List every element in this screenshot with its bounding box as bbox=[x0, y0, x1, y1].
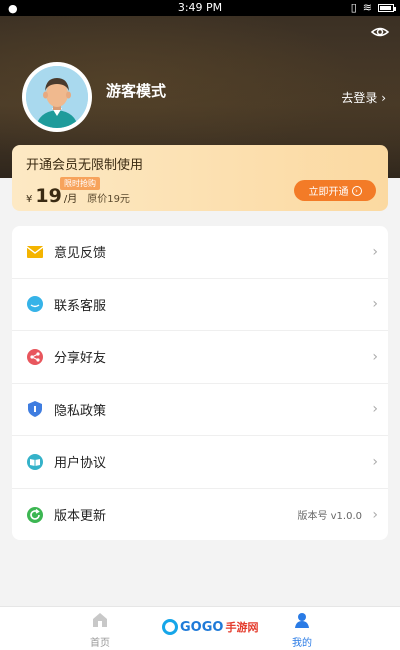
shield-icon bbox=[28, 401, 42, 418]
subscribe-button-label: 立即开通 bbox=[308, 187, 349, 198]
avatar-image bbox=[26, 66, 88, 128]
status-icons: ▯ ≋ bbox=[350, 1, 396, 14]
tab-mine[interactable]: 我的 bbox=[272, 611, 332, 649]
chevron-right-icon: › bbox=[372, 296, 378, 313]
book-icon bbox=[27, 453, 43, 470]
menu-label: 版本更新 bbox=[54, 509, 107, 525]
status-bar: ● 3:49 PM ▯ ≋ bbox=[0, 0, 400, 16]
mail-icon bbox=[26, 245, 44, 258]
wifi-icon: ≋ bbox=[362, 1, 372, 14]
tab-home[interactable]: 首页 bbox=[70, 611, 130, 649]
menu-label: 分享好友 bbox=[54, 351, 107, 367]
username: 游客模式 bbox=[106, 82, 167, 100]
vip-card[interactable]: 开通会员无限制使用 限时抢购 ¥ 19 /月 原价19元 立即开通 › bbox=[12, 145, 388, 211]
chevron-right-icon: › bbox=[372, 401, 378, 418]
vibrate-icon: ▯ bbox=[350, 1, 357, 14]
menu-label: 联系客服 bbox=[54, 298, 107, 314]
menu-item-agreement[interactable]: 用户协议 › bbox=[12, 436, 388, 489]
menu-item-support[interactable]: 联系客服 › bbox=[12, 279, 388, 331]
login-link[interactable]: 去登录 › bbox=[341, 89, 386, 106]
chevron-right-icon: › bbox=[372, 506, 378, 523]
price-row: ¥ 19 /月 原价19元 bbox=[26, 185, 130, 207]
arrow-circle-icon: › bbox=[351, 185, 362, 196]
menu-item-share[interactable]: 分享好友 › bbox=[12, 331, 388, 384]
menu-item-privacy[interactable]: 隐私政策 › bbox=[12, 384, 388, 436]
price-value: 19 bbox=[35, 185, 62, 207]
version-number: 版本号 v1.0.0 bbox=[297, 511, 362, 523]
menu-label: 用户协议 bbox=[54, 456, 107, 472]
chevron-right-icon: › bbox=[372, 348, 378, 365]
avatar[interactable] bbox=[22, 62, 92, 132]
status-time: 3:49 PM bbox=[177, 1, 223, 14]
tab-home-label: 首页 bbox=[90, 638, 110, 649]
eye-icon[interactable] bbox=[370, 22, 390, 42]
share-icon bbox=[27, 348, 43, 365]
menu-item-feedback[interactable]: 意见反馈 › bbox=[12, 226, 388, 279]
tab-mine-label: 我的 bbox=[292, 638, 312, 649]
menu-label: 隐私政策 bbox=[54, 403, 107, 419]
tab-bar: 首页 GOGO 手游网 我的 bbox=[0, 606, 400, 650]
menu-list: 意见反馈 › 联系客服 › 分享好友 › 隐私政策 › 用户协议 › 版本更新 … bbox=[12, 226, 388, 540]
logo-icon bbox=[162, 619, 178, 635]
refresh-icon bbox=[27, 506, 43, 523]
battery-icon bbox=[378, 3, 396, 12]
home-icon bbox=[93, 613, 107, 627]
chevron-right-icon: › bbox=[372, 243, 378, 260]
subscribe-button[interactable]: 立即开通 › bbox=[294, 180, 376, 201]
price-period: /月 bbox=[63, 194, 78, 205]
watermark-tail: 手游网 bbox=[225, 621, 259, 634]
menu-label: 意见反馈 bbox=[54, 246, 107, 262]
vip-title: 开通会员无限制使用 bbox=[26, 158, 144, 173]
watermark-text: GOGO bbox=[180, 619, 224, 635]
watermark-logo: GOGO 手游网 bbox=[162, 619, 258, 635]
price-currency: ¥ bbox=[26, 194, 33, 205]
chevron-right-icon: › bbox=[372, 453, 378, 470]
menu-item-update[interactable]: 版本更新 版本号 v1.0.0 › bbox=[12, 489, 388, 541]
chat-icon bbox=[27, 296, 43, 313]
original-price: 原价19元 bbox=[87, 194, 130, 205]
user-icon bbox=[295, 613, 309, 628]
